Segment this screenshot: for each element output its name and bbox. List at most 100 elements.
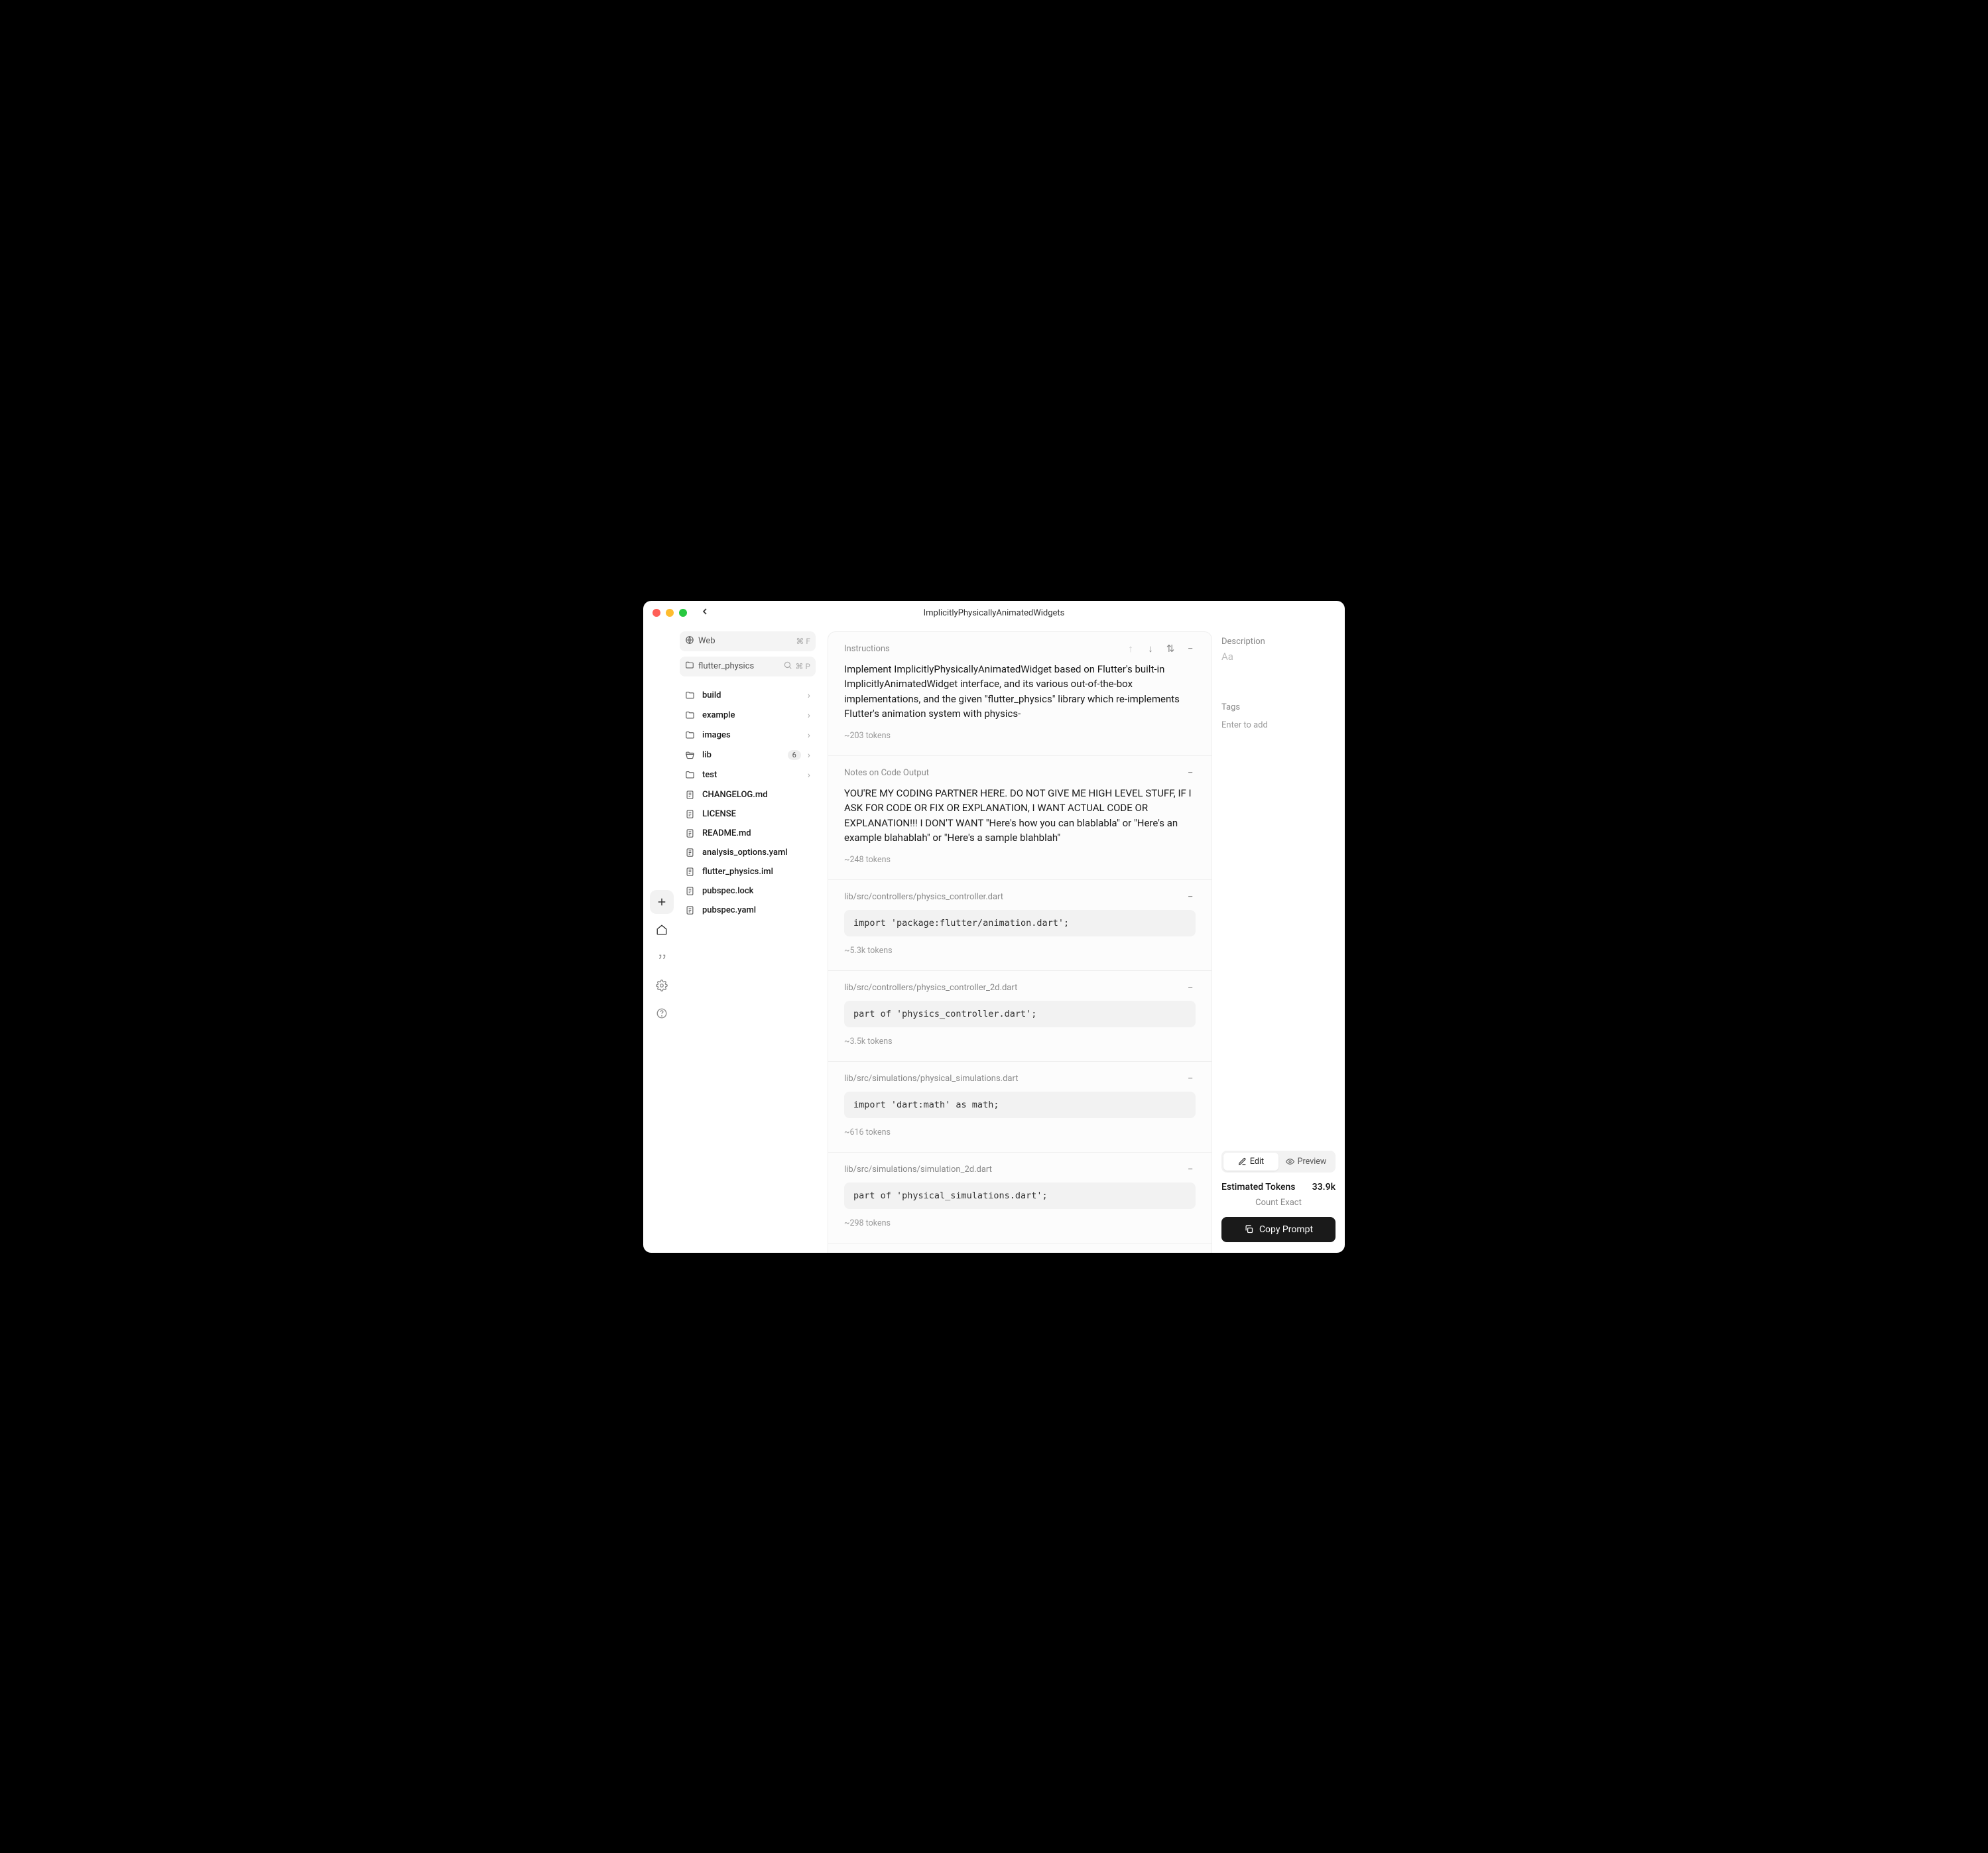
content-scroll[interactable]: Instructions↑↓⇅−Implement ImplicitlyPhys… [822,626,1212,1253]
file-icon [685,867,696,877]
file-icon [685,828,696,838]
copy-icon [1244,1224,1254,1234]
file-icon [685,886,696,896]
tree-item-build[interactable]: build› [680,686,816,706]
maximize-window-button[interactable] [679,609,687,617]
folder-icon [685,730,696,740]
tree-item-test[interactable]: test › [680,765,816,785]
file-icon [685,809,696,819]
collapse-icon[interactable]: − [1185,892,1196,902]
section-title: lib/src/simulations/physical_simulations… [844,1074,1018,1084]
tree-item-label: test [702,770,801,780]
token-count: ~616 tokens [844,1127,1196,1137]
token-count: ~248 tokens [844,855,1196,865]
description-label: Description [1221,637,1336,647]
project-label: flutter_physics [698,661,754,671]
token-count: ~298 tokens [844,1218,1196,1228]
chevron-right-icon: › [808,730,810,741]
tree-item-label: CHANGELOG.md [702,790,810,800]
web-label: Web [698,636,715,646]
left-rail [643,626,680,1253]
chevron-right-icon: › [808,710,810,721]
folder-icon [685,661,694,672]
project-search-pill[interactable]: flutter_physics ⌘ P [680,657,816,676]
edit-preview-toggle: Edit Preview [1221,1151,1336,1173]
section-header: Notes on Code Output− [844,768,1196,778]
chevron-right-icon: › [808,770,810,781]
collapse-icon[interactable]: − [1185,983,1196,993]
globe-icon [685,635,694,647]
code-block: part of 'physical_simulations.dart'; [844,1182,1196,1209]
home-button[interactable] [650,918,674,942]
tree-item-label: pubspec.lock [702,886,810,896]
code-block: part of 'physics_controller.dart'; [844,1001,1196,1027]
folder-icon [685,690,696,700]
tree-item-images[interactable]: images› [680,726,816,745]
tree-item-analysis-options-yaml[interactable]: analysis_options.yaml [680,843,816,862]
help-button[interactable] [650,1001,674,1025]
section-body: YOU'RE MY CODING PARTNER HERE. DO NOT GI… [844,786,1196,846]
section-actions: − [1185,983,1196,993]
section-header: Instructions↑↓⇅− [844,644,1196,654]
section: Notes on Code Output− YOU'RE MY CODING PA… [828,756,1211,880]
section: Instructions↑↓⇅−Implement ImplicitlyPhys… [828,632,1211,756]
collapse-icon[interactable]: − [1185,1165,1196,1175]
section: lib/src/controllers/physics_controller.d… [828,880,1211,971]
code-block: import 'dart:math' as math; [844,1092,1196,1118]
file-icon [685,905,696,915]
tree-item-label: pubspec.yaml [702,905,810,915]
copy-label: Copy Prompt [1259,1224,1313,1235]
tree-item-flutter-physics-iml[interactable]: flutter_physics.iml [680,862,816,881]
web-shortcut: ⌘ F [796,637,810,646]
arrow-up-icon[interactable]: ↑ [1125,644,1136,654]
settings-button[interactable] [650,974,674,997]
tree-item-license[interactable]: LICENSE [680,804,816,824]
count-exact-button[interactable]: Count Exact [1221,1198,1336,1208]
estimated-label: Estimated Tokens [1221,1182,1295,1192]
collapse-icon[interactable]: − [1185,644,1196,654]
tree-item-changelog-md[interactable]: CHANGELOG.md [680,785,816,804]
traffic-lights [652,609,687,617]
tree-item-pubspec-yaml[interactable]: pubspec.yaml [680,901,816,920]
tree-item-pubspec-lock[interactable]: pubspec.lock [680,881,816,901]
tree-item-readme-md[interactable]: README.md [680,824,816,843]
file-sidebar: Web ⌘ F flutter_physics ⌘ P build›exampl… [680,626,822,1253]
arrow-down-icon[interactable]: ↓ [1145,644,1156,654]
tree-item-example[interactable]: example› [680,706,816,726]
back-button[interactable] [700,606,710,620]
main-area: Web ⌘ F flutter_physics ⌘ P build›exampl… [643,626,1345,1253]
tree-item-lib[interactable]: lib6› [680,745,816,765]
collapse-icon[interactable]: − [1185,1074,1196,1084]
preview-toggle[interactable]: Preview [1278,1153,1334,1171]
edit-label: Edit [1250,1157,1264,1167]
edit-toggle[interactable]: Edit [1223,1153,1278,1171]
file-icon [685,848,696,858]
tree-item-label: lib [702,750,781,760]
section: lib/src/simulations/simulation_2d.dart − p… [828,1153,1211,1244]
minimize-window-button[interactable] [666,609,674,617]
section-header: lib/src/simulations/physical_simulations… [844,1074,1196,1084]
token-count: ~5.3k tokens [844,946,1196,956]
add-button[interactable] [650,890,674,914]
description-input[interactable]: Aa [1221,651,1336,663]
estimated-value: 33.9k [1312,1182,1336,1192]
tree-item-label: flutter_physics.iml [702,867,810,877]
close-window-button[interactable] [652,609,660,617]
copy-prompt-button[interactable]: Copy Prompt [1221,1217,1336,1242]
tags-input[interactable]: Enter to add [1221,720,1336,730]
section: lib/src/simulations/physical_simulations… [828,1062,1211,1153]
right-panel: Description Aa Tags Enter to add Edit Pr… [1212,626,1345,1253]
section-actions: ↑ ↓ ⇅− [1125,644,1196,654]
search-shortcut: ⌘ P [795,662,810,671]
expand-icon[interactable]: ⇅ [1165,644,1176,654]
collapse-icon[interactable]: − [1185,768,1196,778]
web-search-pill[interactable]: Web ⌘ F [680,631,816,651]
token-count: ~203 tokens [844,731,1196,741]
section: lib/src/controllers/physics_controller_2… [828,971,1211,1062]
section-title: lib/src/simulations/simulation_2d.dart [844,1165,992,1175]
section-body: Implement ImplicitlyPhysicallyAnimatedWi… [844,662,1196,722]
code-block: import 'package:flutter/animation.dart'; [844,910,1196,936]
quotes-button[interactable] [650,946,674,970]
section-actions: − [1185,1074,1196,1084]
section-actions: − [1185,768,1196,778]
